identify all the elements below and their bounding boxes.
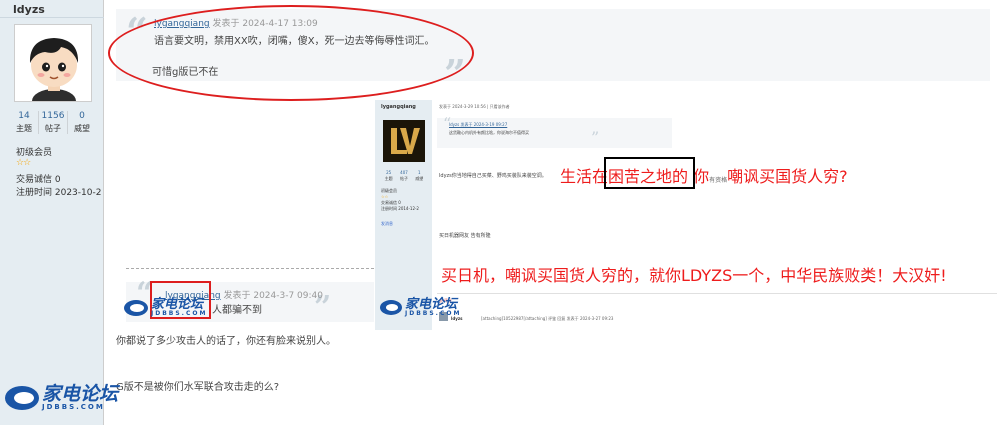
- author-username[interactable]: ldyzs: [13, 3, 45, 16]
- black-box-annotation: [604, 157, 695, 189]
- annotation-line-1-small: 有资格: [709, 177, 728, 184]
- embedded-stat-value: 25: [386, 170, 392, 175]
- embedded-attachment-text: [attaching]10522987[/attaching] 评鉴 回复 发表…: [481, 316, 614, 321]
- embedded-post-header: 发表于 2024-3-29 10:56 | 只看该作者: [439, 104, 510, 109]
- stat-topics-value: 14: [18, 111, 30, 121]
- embedded-meta: 初级会员 ☆☆ 交易诚信 0 注册时间 2014-12-2: [381, 188, 419, 212]
- embedded-quote-close-icon: ”: [591, 128, 600, 147]
- red-circle-annotation: [108, 5, 474, 101]
- stat-topics[interactable]: 14 主题: [10, 111, 38, 134]
- avatar[interactable]: [14, 24, 92, 102]
- watermark-text: 家电论坛 JDBBS.COM: [405, 298, 461, 317]
- watermark-brand: 家电论坛: [42, 383, 119, 405]
- watermark-logo: 家电论坛 JDBBS.COM: [124, 298, 207, 317]
- watermark-domain: JDBBS.COM: [42, 403, 105, 411]
- stat-prestige[interactable]: 0 威望: [67, 111, 96, 134]
- embedded-username: lygangqiang: [381, 104, 416, 110]
- dashed-divider: [126, 268, 374, 269]
- watermark-swirl-icon: [124, 299, 148, 316]
- post-paragraph: 你都说了多少攻击人的话了，你还有脸来说别人。: [116, 336, 336, 347]
- embedded-stat-value: 1: [418, 170, 421, 175]
- author-sidebar: ldyzs 14 主题 1156 帖子 0 威望 初级会员 ☆☆ 交易诚信 0 …: [0, 0, 104, 425]
- embedded-bottom-bar: [437, 293, 997, 330]
- embedded-message-link: 发消息: [381, 221, 393, 226]
- stat-prestige-value: 0: [79, 111, 85, 121]
- embedded-body-text-2: 买日机器网友 告有所隆: [439, 233, 491, 239]
- embedded-stats: 25 407 1: [381, 170, 427, 175]
- post-paragraph: G版不是被你们水军联合攻击走的么?: [116, 382, 280, 393]
- register-date: 注册时间 2023-10-2: [16, 188, 102, 198]
- embedded-body-text: ldyzs你当地得自己买菜、野鸡买装队来装空调。: [439, 173, 547, 179]
- embedded-quote-text: 这货鞍心内机外有颜比啥，你说海尔不值得买: [449, 130, 529, 135]
- star-rating-icon: ☆☆: [16, 158, 31, 168]
- stat-topics-label: 主题: [16, 124, 32, 133]
- embedded-stat-value: 407: [400, 170, 408, 175]
- lv-logo-icon: [383, 120, 425, 162]
- annotation-line-1-tail: 嘲讽买国货人穷?: [727, 167, 848, 186]
- divider: [0, 17, 104, 18]
- embedded-stat-label: 威望: [415, 176, 424, 181]
- watermark-logo: 家电论坛 JDBBS.COM: [5, 385, 118, 411]
- embedded-quote-author: ldyzs 发表于 2024-3-19 09:27: [449, 122, 508, 127]
- stat-prestige-label: 威望: [74, 124, 90, 133]
- watermark-text: 家电论坛 JDBBS.COM: [151, 298, 207, 317]
- watermark-swirl-icon: [5, 386, 39, 410]
- author-stats: 14 主题 1156 帖子 0 威望: [10, 111, 96, 134]
- watermark-domain: JDBBS.COM: [405, 310, 462, 317]
- embedded-stats-labels: 主题 帖子 威望: [381, 176, 427, 182]
- quote2-date: 发表于 2024-3-7 09:40: [220, 291, 323, 301]
- cartoon-avatar-icon: [15, 25, 91, 101]
- watermark-swirl-icon: [380, 300, 402, 315]
- embedded-meta-line: 注册时间 2014-12-2: [381, 206, 419, 211]
- annotation-line-2: 买日机，嘲讽买国货人穷的，就你LDYZS一个，中华民族败类！大汉奸!: [441, 266, 947, 285]
- watermark-logo: 家电论坛 JDBBS.COM: [380, 298, 461, 317]
- embedded-stat-label: 主题: [384, 176, 393, 181]
- stat-posts-label: 帖子: [45, 124, 61, 133]
- trade-trust: 交易诚信 0: [16, 175, 61, 185]
- stat-posts[interactable]: 1156 帖子: [38, 111, 67, 134]
- embedded-stat-label: 帖子: [399, 176, 408, 181]
- quote2-text: 人都骗不到: [212, 305, 262, 316]
- user-level[interactable]: 初级会员: [16, 145, 52, 158]
- stat-posts-value: 1156: [41, 111, 65, 121]
- embedded-avatar: [383, 120, 425, 162]
- embedded-screenshot: lygangqiang 25 407 1 主题 帖子 威望 初级会员 ☆☆ 交易…: [375, 100, 1000, 330]
- watermark-text: 家电论坛 JDBBS.COM: [42, 385, 118, 411]
- watermark-domain: JDBBS.COM: [151, 310, 208, 317]
